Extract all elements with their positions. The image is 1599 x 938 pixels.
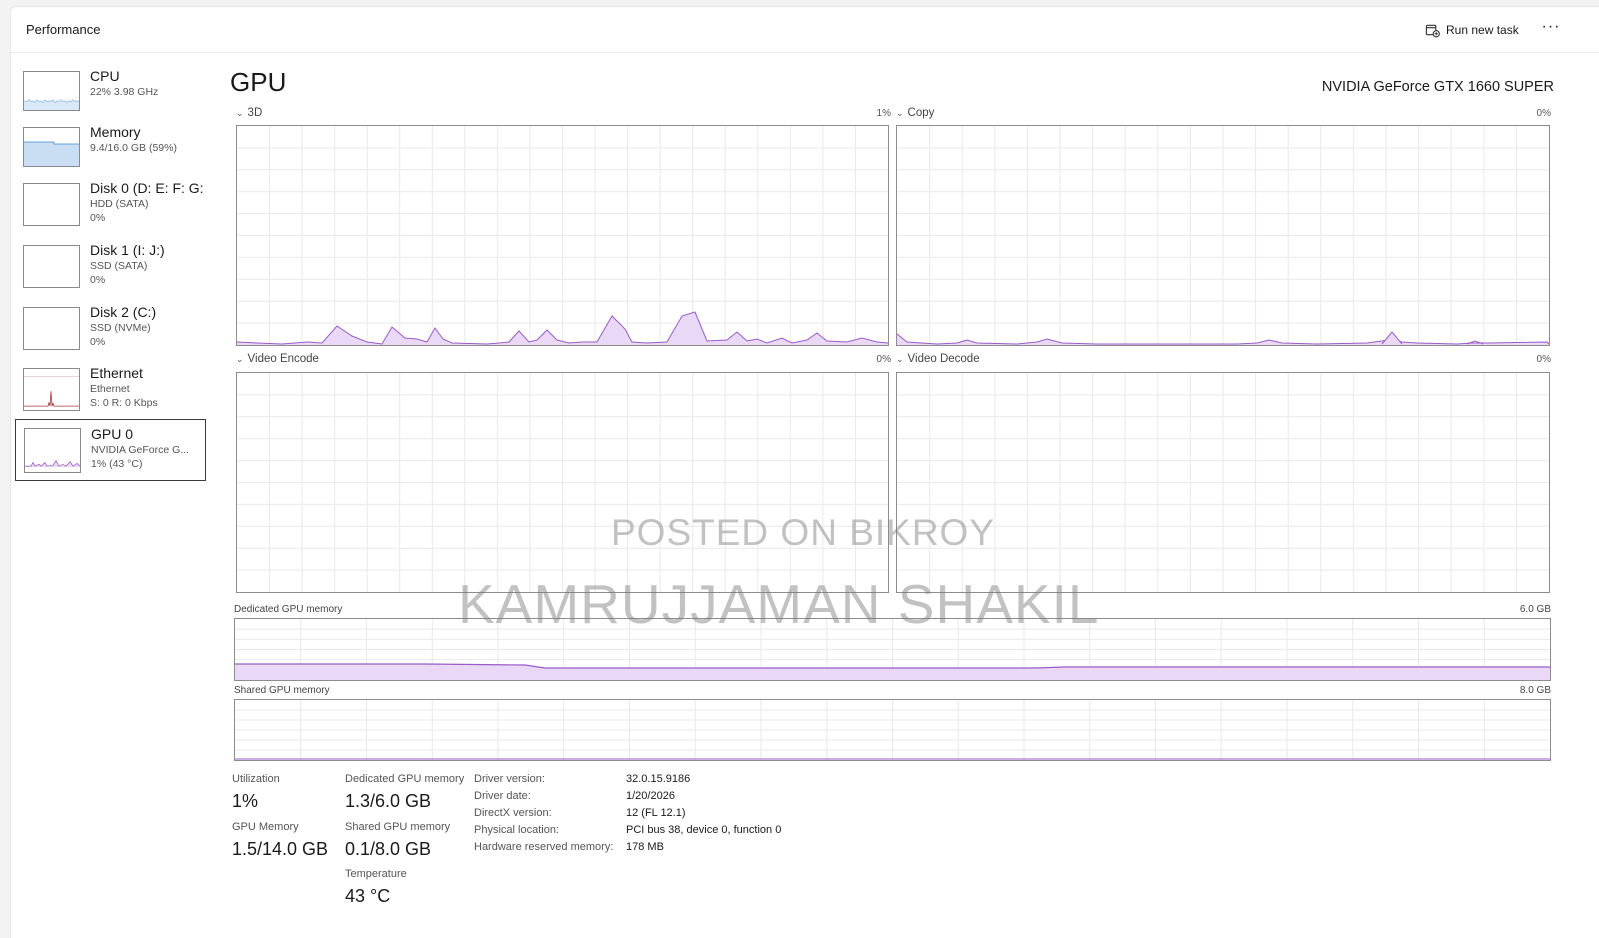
temperature-label: Temperature	[345, 868, 407, 880]
run-task-icon	[1425, 24, 1440, 37]
dedicated-memory-max: 6.0 GB	[1519, 604, 1551, 615]
dedicated-memory-stat-value: 1.3/6.0 GB	[345, 791, 432, 811]
engine-percent: 0%	[876, 354, 891, 365]
driver-date-key: Driver date:	[474, 790, 531, 802]
sidebar-item-detail: Ethernet	[90, 383, 130, 395]
driver-version-value: 32.0.15.9186	[626, 773, 691, 785]
graph-grid	[897, 373, 1549, 592]
utilization-value: 1%	[232, 791, 259, 811]
engine-selector-video-encode[interactable]: ⌄ Video Encode	[236, 353, 319, 365]
sidebar-item-label: Disk 2 (C:)	[90, 304, 157, 320]
gpu-0-thumbnail-graph	[24, 428, 81, 473]
title-bar: Performance Run new task ···	[11, 7, 1599, 53]
sidebar-item-usage: 0%	[90, 274, 106, 286]
graph-copy	[896, 125, 1550, 346]
dedicated-memory-stat-label: Dedicated GPU memory	[345, 773, 465, 785]
engine-selector-video-decode[interactable]: ⌄ Video Decode	[896, 353, 980, 365]
sidebar-item-detail: HDD (SATA)	[90, 198, 149, 210]
shared-memory-stat-label: Shared GPU memory	[345, 821, 451, 833]
graph-3d-plot	[237, 311, 888, 345]
sidebar-item-usage: 0%	[90, 336, 106, 348]
sidebar-item-memory[interactable]: Memory 9.4/16.0 GB (59%)	[15, 124, 204, 182]
graph-video-encode	[236, 372, 889, 593]
reserved-memory-value: 178 MB	[626, 841, 664, 853]
sidebar-item-label: Disk 0 (D: E: F: G: H	[90, 180, 208, 196]
chevron-down-icon: ⌄	[896, 107, 904, 118]
gpu-memory-value: 1.5/14.0 GB	[232, 839, 329, 859]
sidebar-item-detail: SSD (SATA)	[90, 260, 148, 272]
disk-2-thumbnail-graph	[23, 307, 80, 350]
graph-dedicated-memory-plot	[235, 663, 1550, 680]
engine-label: Video Encode	[247, 353, 319, 365]
sidebar-item-label: Memory	[90, 124, 141, 140]
sidebar-item-label: Ethernet	[90, 365, 143, 381]
cpu-thumbnail-graph	[23, 71, 80, 111]
graph-dedicated-memory	[234, 618, 1551, 681]
chevron-down-icon: ⌄	[236, 353, 244, 364]
graph-shared-memory-plot	[235, 758, 1550, 760]
graph-grid	[237, 373, 888, 592]
driver-date-value: 1/20/2026	[626, 790, 675, 802]
graph-3d	[236, 125, 889, 346]
run-new-task-label: Run new task	[1446, 23, 1519, 37]
memory-thumbnail-graph	[23, 127, 80, 167]
utilization-label: Utilization	[232, 773, 280, 785]
chevron-down-icon: ⌄	[236, 107, 244, 118]
engine-percent: 0%	[1536, 354, 1551, 365]
engine-selector-3d[interactable]: ⌄ 3D	[236, 107, 262, 119]
disk-0-thumbnail-graph	[23, 183, 80, 226]
sidebar-item-disk-1[interactable]: Disk 1 (I: J:) SSD (SATA) 0%	[15, 242, 204, 300]
shared-memory-label: Shared GPU memory	[234, 685, 330, 696]
sidebar-item-detail: SSD (NVMe)	[90, 322, 151, 334]
disk-1-thumbnail-graph	[23, 245, 80, 288]
graph-copy-plot	[897, 331, 1549, 345]
engine-selector-copy[interactable]: ⌄ Copy	[896, 107, 934, 119]
page-title: Performance	[26, 22, 101, 37]
directx-version-value: 12 (FL 12.1)	[626, 807, 686, 819]
physical-location-key: Physical location:	[474, 824, 559, 836]
sidebar-item-label: CPU	[90, 68, 120, 84]
shared-memory-max: 8.0 GB	[1519, 685, 1551, 696]
sidebar-item-disk-2[interactable]: Disk 2 (C:) SSD (NVMe) 0%	[15, 304, 204, 362]
task-manager-window: Performance Run new task ··· CPU 22% 3.9…	[10, 6, 1599, 938]
gpu-title: GPU	[230, 67, 287, 97]
temperature-value: 43 °C	[345, 886, 391, 906]
sidebar-item-detail: 9.4/16.0 GB (59%)	[90, 142, 177, 154]
engine-label: Video Decode	[907, 353, 980, 365]
sidebar-item-usage: S: 0 R: 0 Kbps	[90, 397, 158, 409]
gpu-model-name: NVIDIA GeForce GTX 1660 SUPER	[1321, 79, 1554, 95]
sidebar-item-usage: 1% (43 °C)	[91, 458, 143, 470]
sidebar-item-label: Disk 1 (I: J:)	[90, 242, 165, 258]
engine-percent: 0%	[1536, 108, 1551, 119]
sidebar-item-disk-0[interactable]: Disk 0 (D: E: F: G: H HDD (SATA) 0%	[15, 180, 208, 238]
reserved-memory-key: Hardware reserved memory:	[474, 841, 614, 853]
more-options-button[interactable]: ···	[1537, 17, 1565, 41]
sidebar-item-usage: 0%	[90, 212, 106, 224]
directx-version-key: DirectX version:	[474, 807, 552, 819]
run-new-task-button[interactable]: Run new task	[1425, 20, 1519, 40]
chevron-down-icon: ⌄	[896, 353, 904, 364]
sidebar-item-detail: NVIDIA GeForce G...	[91, 444, 190, 456]
sidebar-item-cpu[interactable]: CPU 22% 3.98 GHz	[15, 68, 204, 126]
sidebar-item-gpu-0[interactable]: GPU 0 NVIDIA GeForce G... 1% (43 °C)	[15, 419, 206, 481]
engine-label: Copy	[907, 107, 935, 119]
engine-percent: 1%	[876, 108, 891, 119]
ethernet-thumbnail-graph	[23, 368, 80, 411]
graph-video-decode	[896, 372, 1550, 593]
graph-shared-memory	[234, 699, 1551, 761]
engine-label: 3D	[247, 107, 263, 119]
shared-memory-stat-value: 0.1/8.0 GB	[345, 839, 432, 859]
sidebar-item-label: GPU 0	[91, 426, 134, 442]
dedicated-memory-label: Dedicated GPU memory	[234, 604, 343, 615]
gpu-memory-label: GPU Memory	[232, 821, 299, 833]
sidebar-item-detail: 22% 3.98 GHz	[90, 86, 159, 98]
sidebar-item-ethernet[interactable]: Ethernet Ethernet S: 0 R: 0 Kbps	[15, 365, 204, 423]
driver-version-key: Driver version:	[474, 773, 545, 785]
physical-location-value: PCI bus 38, device 0, function 0	[626, 824, 782, 836]
